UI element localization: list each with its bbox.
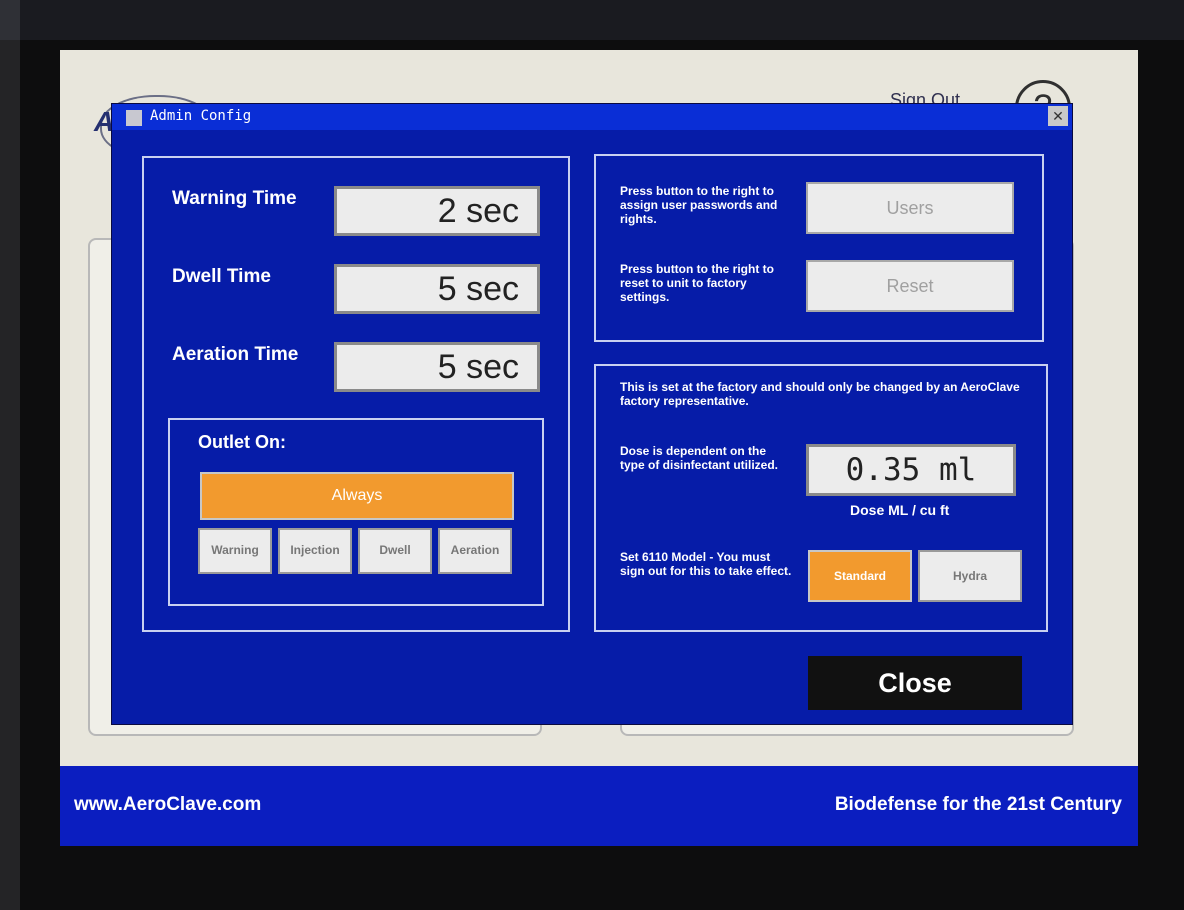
dialog-close-icon[interactable]: ✕ — [1048, 106, 1068, 126]
outlet-dwell-button[interactable]: Dwell — [358, 528, 432, 574]
model-hydra-button[interactable]: Hydra — [918, 550, 1022, 602]
aeration-time-field[interactable]: 5 sec — [334, 342, 540, 392]
outlet-always-button[interactable]: Always — [200, 472, 514, 520]
dwell-time-field[interactable]: 5 sec — [334, 264, 540, 314]
warning-time-label: Warning Time — [172, 188, 297, 209]
factory-note: This is set at the factory and should on… — [620, 380, 1020, 408]
window-icon — [126, 110, 142, 126]
dose-unit-label: Dose ML / cu ft — [850, 502, 950, 518]
monitor-bezel-left — [0, 0, 20, 910]
users-description: Press button to the right to assign user… — [620, 184, 778, 226]
close-button[interactable]: Close — [808, 656, 1022, 710]
monitor-bezel-top — [0, 0, 1184, 40]
footer-slogan: Biodefense for the 21st Century — [834, 794, 1122, 815]
reset-description: Press button to the right to reset to un… — [620, 262, 774, 304]
users-button[interactable]: Users — [806, 182, 1014, 234]
model-description: Set 6110 Model - You must sign out for t… — [620, 550, 792, 578]
admin-config-dialog: Admin Config ✕ Warning Time 2 sec Dwell … — [112, 104, 1072, 724]
outlet-injection-button[interactable]: Injection — [278, 528, 352, 574]
outlet-warning-button[interactable]: Warning — [198, 528, 272, 574]
reset-button[interactable]: Reset — [806, 260, 1014, 312]
warning-time-field[interactable]: 2 sec — [334, 186, 540, 236]
footer-bar: www.AeroClave.com Biodefense for the 21s… — [60, 766, 1138, 846]
aeration-time-label: Aeration Time — [172, 344, 299, 365]
dose-description: Dose is dependent on the type of disinfe… — [620, 444, 779, 472]
dialog-titlebar[interactable]: Admin Config ✕ — [112, 104, 1072, 130]
outlet-aeration-button[interactable]: Aeration — [438, 528, 512, 574]
dwell-time-label: Dwell Time — [172, 266, 271, 287]
footer-url[interactable]: www.AeroClave.com — [74, 794, 261, 816]
outlet-heading: Outlet On: — [198, 432, 286, 452]
dose-field[interactable]: 0.35 ml — [806, 444, 1016, 496]
dialog-title: Admin Config — [150, 108, 252, 124]
model-standard-button[interactable]: Standard — [808, 550, 912, 602]
